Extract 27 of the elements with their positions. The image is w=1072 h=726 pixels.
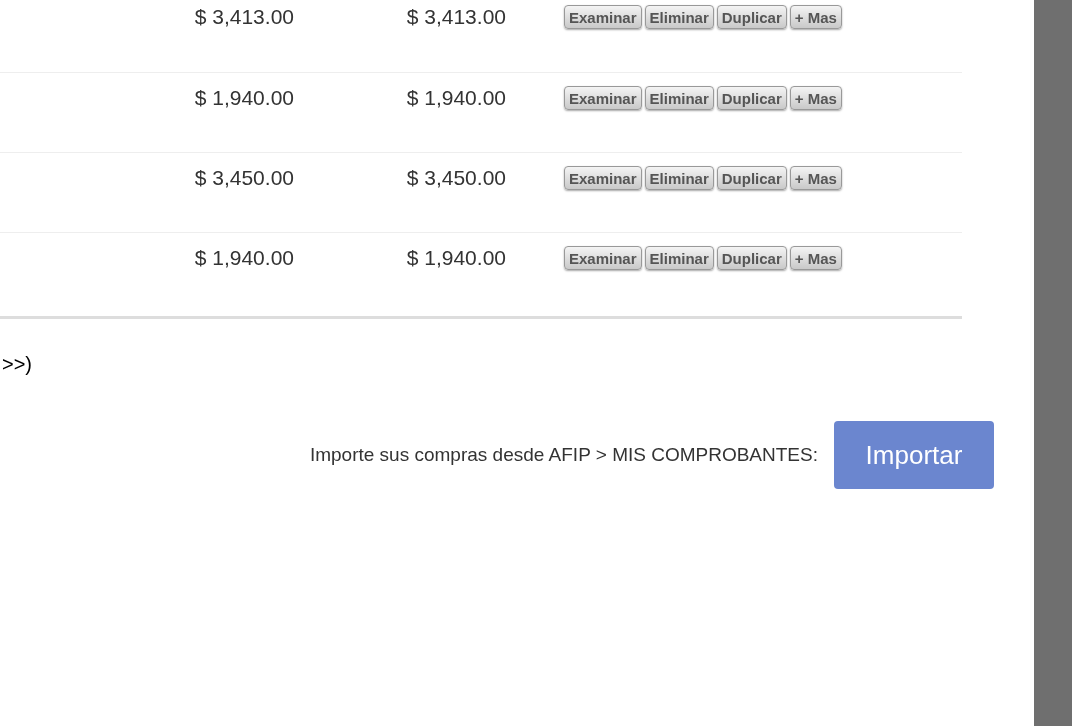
action-button[interactable]: Eliminar bbox=[644, 86, 714, 110]
table-cell-text: $ 3,450.00 bbox=[405, 165, 507, 191]
action-button[interactable]: + Mas bbox=[789, 5, 842, 29]
table-cell-text: $ 3,450.00 bbox=[193, 165, 295, 191]
action-button[interactable]: Eliminar bbox=[644, 166, 714, 190]
action-button[interactable]: Eliminar bbox=[644, 5, 714, 29]
action-button[interactable]: Examinar bbox=[564, 246, 642, 270]
action-button[interactable]: + Mas bbox=[789, 246, 842, 270]
action-button[interactable]: Duplicar bbox=[716, 5, 787, 29]
action-button[interactable]: Duplicar bbox=[716, 86, 787, 110]
table-cell-text: $ 1,940.00 bbox=[193, 85, 295, 111]
table-cell-text: $ 3,413.00 bbox=[193, 4, 295, 30]
action-button[interactable]: + Mas bbox=[789, 86, 842, 110]
action-button[interactable]: Examinar bbox=[564, 86, 642, 110]
action-button[interactable]: Examinar bbox=[564, 5, 642, 29]
action-button[interactable]: Eliminar bbox=[644, 246, 714, 270]
import-button[interactable]: Importar bbox=[834, 421, 994, 489]
table-cell-text: $ 1,940.00 bbox=[405, 85, 507, 111]
action-button[interactable]: Duplicar bbox=[716, 246, 787, 270]
import-label: Importe sus compras desde AFIP > MIS COMPROBANTES: bbox=[309, 442, 818, 467]
pagination-text: >>) bbox=[2, 353, 33, 375]
action-button[interactable]: Duplicar bbox=[716, 166, 787, 190]
table-cell-text: $ 3,413.00 bbox=[405, 4, 507, 30]
table-cell-text: $ 1,940.00 bbox=[405, 245, 507, 271]
action-button[interactable]: Examinar bbox=[564, 166, 642, 190]
action-button[interactable]: + Mas bbox=[789, 166, 842, 190]
table-cell-text: $ 1,940.00 bbox=[193, 245, 295, 271]
